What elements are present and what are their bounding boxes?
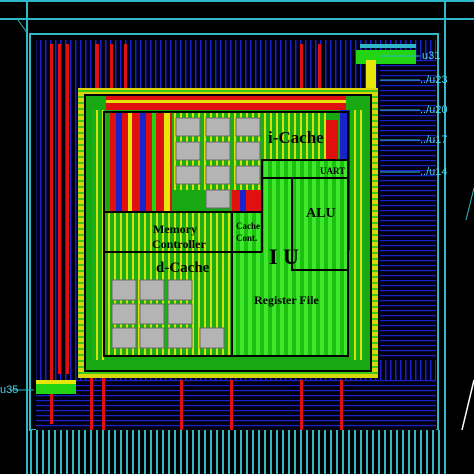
pin-label-u17: ../u17	[420, 134, 448, 146]
memory-controller-label-line2: Controller	[152, 237, 206, 251]
alu-label: ALU	[306, 206, 336, 221]
iu-label: I U	[269, 244, 299, 269]
memory-controller-label-line1: Memory	[153, 222, 197, 236]
pin-label-u20: ../u20	[420, 104, 448, 116]
pin-label-u31: u31	[422, 50, 441, 62]
pin-label-u14: ../u14	[420, 166, 448, 178]
register-file-label: Register File	[254, 293, 319, 307]
cache-controller-label-line1: Cache	[236, 221, 260, 231]
dcache-label: d-Cache	[156, 260, 210, 276]
pin-label-u23: ../u23	[420, 74, 448, 86]
pin-label-u35: u35	[0, 384, 19, 396]
uart-label: UART	[320, 166, 346, 176]
cache-controller-label-line2: Cont.	[236, 233, 258, 243]
icache-label: i-Cache	[268, 128, 324, 147]
